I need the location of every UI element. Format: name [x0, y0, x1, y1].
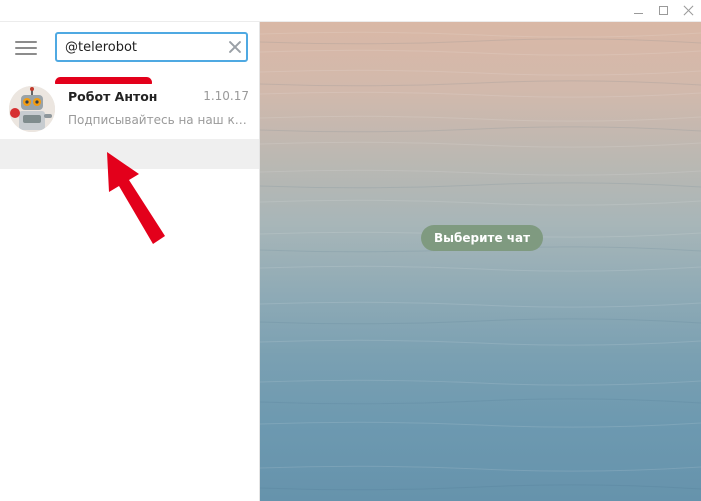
chat-background: Выберите чат: [260, 22, 701, 501]
search-box: [55, 32, 248, 62]
chat-preview: Подписывайтесь на наш канал: [68, 113, 249, 127]
minimize-button[interactable]: [626, 0, 650, 21]
water-texture: [260, 31, 701, 491]
hamburger-menu-icon[interactable]: [15, 39, 37, 57]
minimize-icon: [633, 13, 643, 14]
chat-name: Робот Антон: [68, 89, 158, 104]
robot-avatar: [9, 86, 55, 132]
search-input[interactable]: [65, 37, 215, 57]
maximize-button[interactable]: [651, 0, 675, 21]
close-icon: [683, 5, 694, 16]
red-arrow-icon: [107, 152, 165, 244]
chat-list-item[interactable]: Робот Антон 1.10.17 Подписывайтесь на на…: [0, 84, 259, 138]
chat-date: 1.10.17: [203, 89, 249, 103]
maximize-icon: [658, 6, 668, 15]
select-chat-placeholder: Выберите чат: [421, 225, 544, 251]
close-window-button[interactable]: [676, 0, 700, 21]
chat-list-panel: Робот Антон 1.10.17 Подписывайтесь на на…: [0, 22, 260, 501]
clear-search-icon[interactable]: [227, 39, 243, 55]
title-bar: [0, 0, 701, 22]
